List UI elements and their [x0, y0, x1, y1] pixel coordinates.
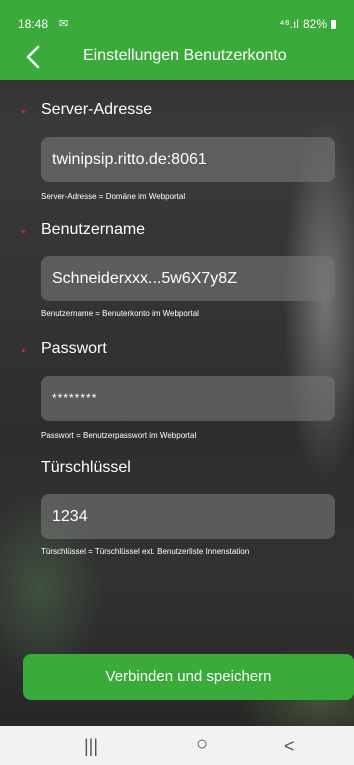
username-helper: Benutzername = Benuterkonto im Webportal [41, 309, 199, 318]
signal-icon: ⁴⁸.ıl [279, 17, 299, 31]
required-marker: * [21, 346, 26, 360]
password-helper: Passwort = Benutzerpasswort im Webportal [41, 431, 197, 440]
door-key-helper: Türschlüssel = Türschlüssel ext. Benutze… [41, 547, 250, 556]
username-input[interactable]: Schneiderxxx...5w6X7y8Z [41, 256, 335, 301]
required-marker: * [21, 227, 26, 241]
recents-button[interactable]: ||| [84, 736, 98, 757]
app-screen: 18:48 ✉ ⁴⁸.ıl 82% Einstellungen Benutzer… [0, 0, 354, 726]
battery-icon [331, 19, 336, 29]
server-address-label: Server-Adresse [41, 101, 153, 118]
page-title: Einstellungen Benutzerkonto [83, 47, 287, 64]
door-key-label: Türschlüssel [41, 459, 131, 476]
nav-back-button[interactable]: < [284, 736, 295, 757]
status-time: 18:48 [18, 17, 49, 31]
system-nav-bar: ||| ○ < [0, 726, 354, 765]
chevron-left-icon [26, 45, 40, 69]
password-input[interactable]: ******** [41, 376, 335, 421]
server-address-helper: Server-Adresse = Domäne im Webportal [41, 192, 186, 201]
app-bar: 18:48 ✉ ⁴⁸.ıl 82% Einstellungen Benutzer… [0, 0, 354, 80]
back-button[interactable] [20, 43, 48, 71]
password-label: Passwort [41, 340, 107, 357]
connect-and-save-button[interactable]: Verbinden und speichern [23, 654, 354, 700]
home-button[interactable]: ○ [196, 733, 208, 756]
server-address-input[interactable]: twinipsip.ritto.de:8061 [41, 137, 335, 182]
username-label: Benutzername [41, 221, 146, 238]
battery-level: 82% [302, 17, 327, 31]
door-key-input[interactable]: 1234 [41, 494, 335, 539]
mail-icon: ✉ [59, 18, 69, 30]
status-indicators: ⁴⁸.ıl 82% [279, 17, 336, 31]
required-marker: * [21, 107, 26, 121]
